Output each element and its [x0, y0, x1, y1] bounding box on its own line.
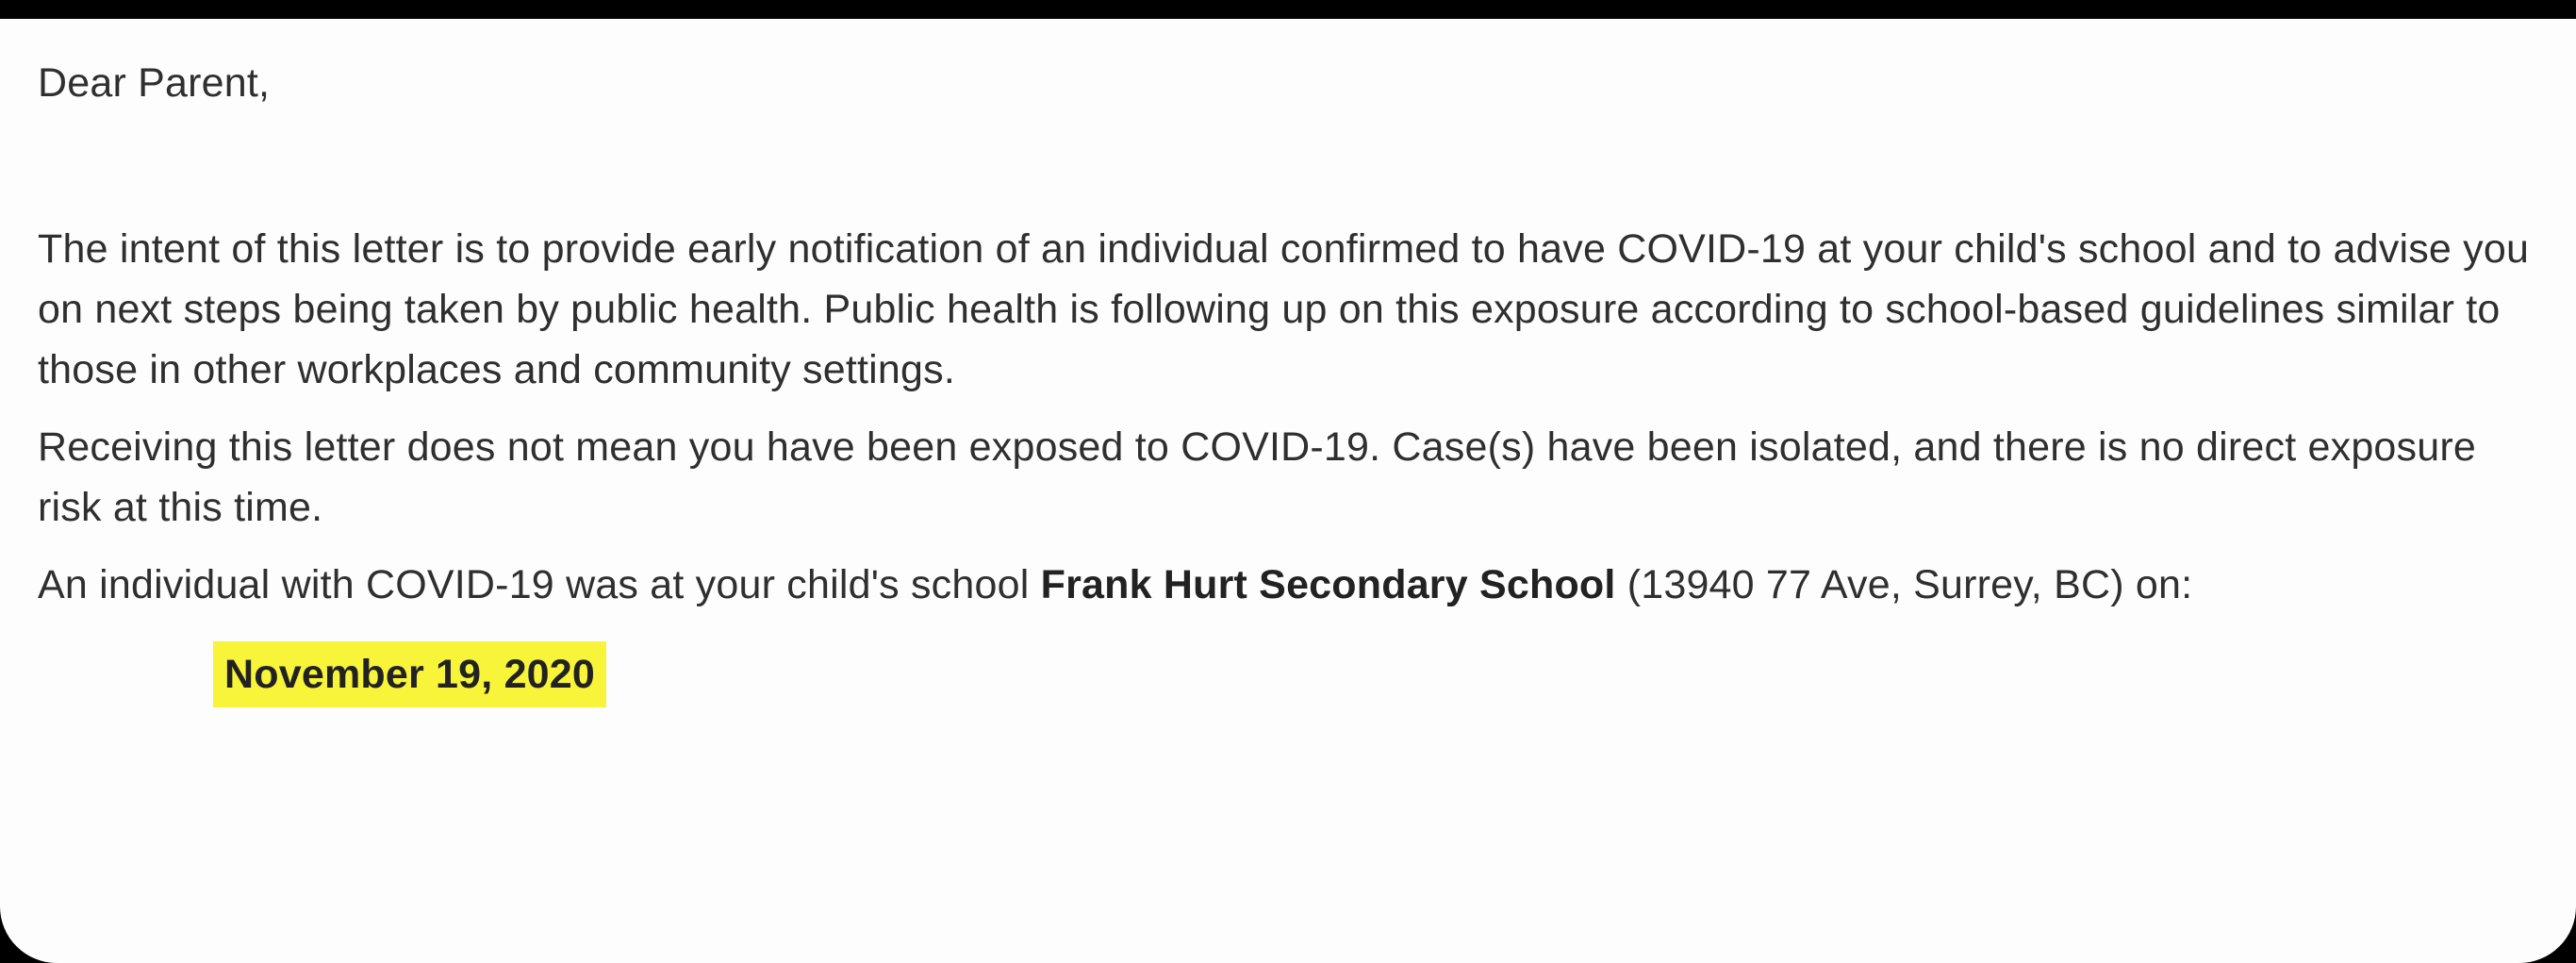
screenshot-frame: Dear Parent, The intent of this letter i… [0, 0, 2576, 963]
letter-page: Dear Parent, The intent of this letter i… [0, 19, 2576, 963]
exposure-date: November 19, 2020 [213, 641, 607, 707]
individual-paragraph-prefix: An individual with COVID-19 was at your … [38, 562, 1041, 607]
receiving-paragraph: Receiving this letter does not mean you … [38, 424, 2476, 530]
exposure-date-line: November 19, 2020 [38, 641, 2546, 707]
letter-body: Dear Parent, The intent of this letter i… [38, 53, 2546, 707]
salutation: Dear Parent, [38, 60, 271, 106]
individual-paragraph-suffix: (13940 77 Ave, Surrey, BC) on: [1615, 562, 2193, 607]
intent-paragraph: The intent of this letter is to provide … [38, 226, 2530, 392]
school-name: Frank Hurt Secondary School [1040, 562, 1616, 607]
individual-paragraph: An individual with COVID-19 was at your … [38, 555, 2546, 615]
